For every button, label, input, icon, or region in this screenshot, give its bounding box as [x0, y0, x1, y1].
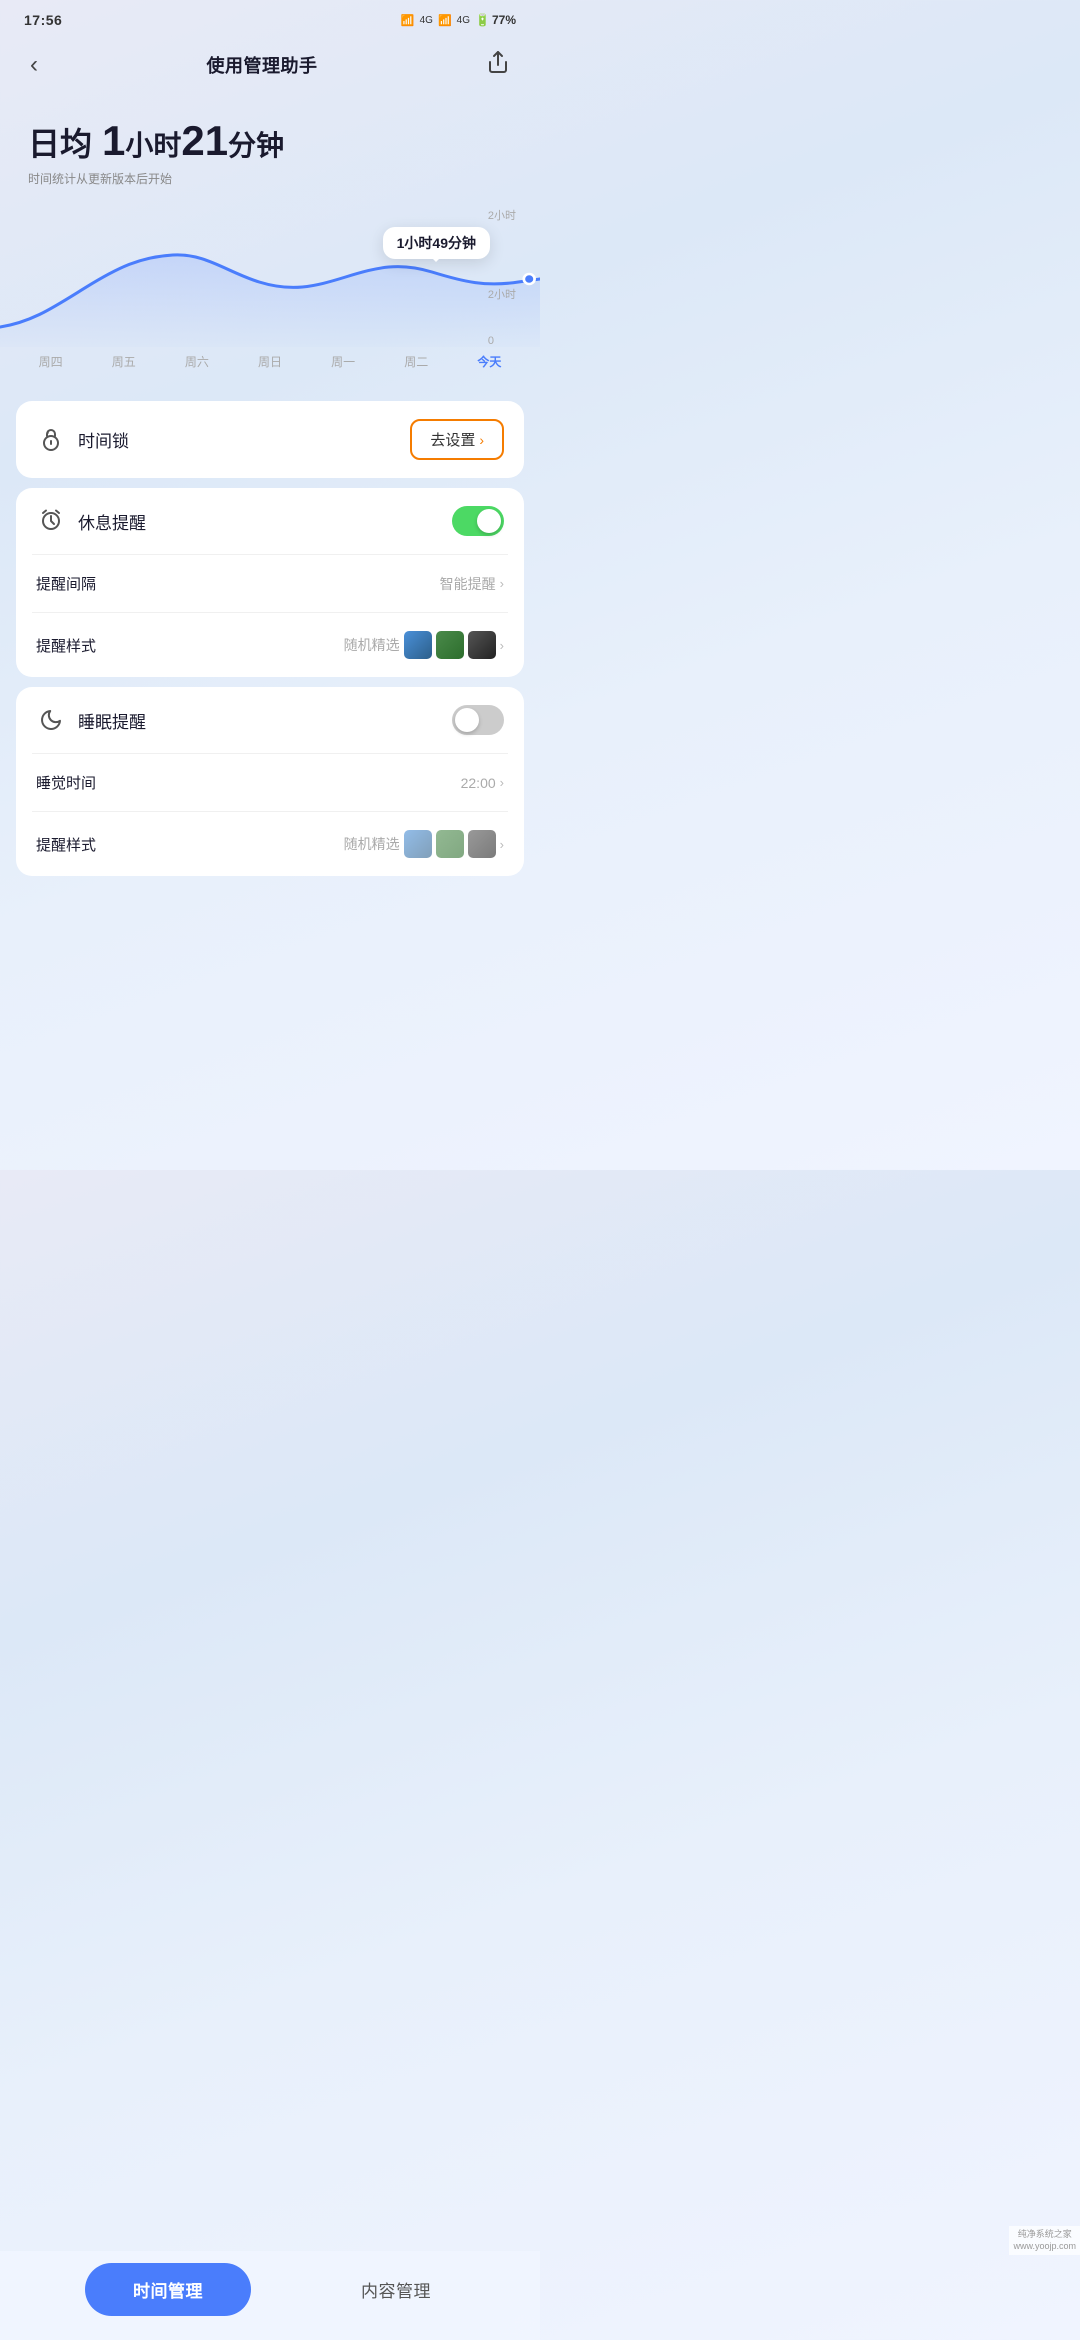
rest-reminder-left: 休息提醒 — [36, 508, 146, 534]
back-button[interactable]: ‹ — [24, 45, 44, 85]
time-lock-card: 时间锁 去设置 › — [16, 401, 524, 478]
chart-tooltip: 1小时49分钟 — [383, 227, 490, 259]
sleep-thumbnail-row — [404, 830, 496, 858]
time-lock-action-label: 去设置 — [430, 429, 475, 450]
reminder-style-row[interactable]: 提醒样式 随机精选 › — [16, 613, 524, 677]
sleep-style-chevron-icon: › — [500, 837, 504, 852]
reminder-style-value: 随机精选 › — [344, 631, 504, 659]
sleep-style-value: 随机精选 › — [344, 830, 504, 858]
sleep-style-row[interactable]: 提醒样式 随机精选 › — [16, 812, 524, 876]
share-button[interactable] — [480, 44, 516, 86]
sleep-reminder-card: 睡眠提醒 睡觉时间 22:00 › 提醒样式 随机精选 — [16, 687, 524, 876]
x-label-tue: 周二 — [404, 353, 428, 370]
avg-num1: 1 — [102, 117, 125, 164]
avg-text-label: 日均 — [28, 126, 92, 162]
thumb-2 — [436, 631, 464, 659]
daily-stats-section: 日均 1小时21分钟 时间统计从更新版本后开始 — [0, 98, 540, 197]
rest-reminder-row: 休息提醒 — [16, 488, 524, 554]
signal-icon-2: 4G — [420, 15, 433, 26]
sleep-time-chevron-icon: › — [500, 775, 504, 790]
time-lock-row: 时间锁 去设置 › — [16, 401, 524, 478]
status-time: 17:56 — [24, 12, 62, 28]
sleep-reminder-left: 睡眠提醒 — [36, 708, 146, 733]
x-label-mon: 周一 — [331, 353, 355, 370]
status-bar: 17:56 📶 4G 📶 4G 🔋 77% — [0, 0, 540, 36]
chart-y-labels: 2小时 2小时 0 — [488, 207, 516, 347]
page-title: 使用管理助手 — [207, 52, 318, 78]
toggle-thumb — [477, 509, 501, 533]
rest-reminder-toggle[interactable] — [452, 506, 504, 536]
sleep-time-row[interactable]: 睡觉时间 22:00 › — [16, 754, 524, 811]
y-label-top: 2小时 — [488, 207, 516, 223]
watermark-line1: 纯净系统之家 — [1013, 2228, 1076, 2241]
daily-avg-time: 日均 1小时21分钟 — [28, 118, 512, 164]
sleep-reminder-row: 睡眠提醒 — [16, 687, 524, 753]
sleep-style-label: 提醒样式 — [36, 834, 96, 855]
time-lock-left: 时间锁 — [36, 427, 129, 453]
time-lock-icon — [36, 427, 66, 453]
rest-reminder-icon — [36, 508, 66, 534]
interval-value: 智能提醒 › — [440, 574, 504, 594]
content-management-tab[interactable]: 内容管理 — [337, 2263, 455, 2316]
cards-section: 时间锁 去设置 › 休息提醒 — [0, 387, 540, 890]
battery-icon: 🔋 77% — [475, 13, 516, 27]
avg-unit2: 分钟 — [228, 130, 284, 161]
wifi-icon: 📶 — [438, 14, 452, 27]
daily-avg-note: 时间统计从更新版本后开始 — [28, 170, 512, 187]
sleep-time-label: 睡觉时间 — [36, 772, 96, 793]
avg-unit1: 小时 — [125, 130, 181, 161]
x-label-sun: 周日 — [258, 353, 282, 370]
bottom-nav: 时间管理 内容管理 — [0, 2251, 540, 2340]
y-label-mid: 2小时 — [488, 286, 516, 302]
x-label-today: 今天 — [477, 353, 501, 370]
x-label-thu: 周四 — [39, 353, 63, 370]
reminder-style-label: 提醒样式 — [36, 635, 96, 656]
sleep-thumb-1 — [404, 830, 432, 858]
signal-icon: 📶 — [401, 14, 415, 27]
thumb-3 — [468, 631, 496, 659]
sleep-thumb-3 — [468, 830, 496, 858]
thumb-1 — [404, 631, 432, 659]
thumbnail-row — [404, 631, 496, 659]
sleep-toggle-thumb — [455, 708, 479, 732]
signal-icon-3: 4G — [457, 15, 470, 26]
share-icon — [486, 50, 510, 74]
interval-label: 提醒间隔 — [36, 573, 96, 594]
sleep-reminder-label: 睡眠提醒 — [78, 708, 146, 733]
watermark-line2: www.yoojp.com — [1013, 2240, 1076, 2253]
time-lock-setup-button[interactable]: 去设置 › — [410, 419, 504, 460]
interval-row[interactable]: 提醒间隔 智能提醒 › — [16, 555, 524, 612]
chart-x-labels: 周四 周五 周六 周日 周一 周二 今天 — [0, 347, 540, 370]
x-label-fri: 周五 — [112, 353, 136, 370]
x-label-sat: 周六 — [185, 353, 209, 370]
sleep-time-value: 22:00 › — [461, 775, 504, 791]
y-label-bottom: 0 — [488, 335, 516, 347]
avg-num2: 21 — [181, 117, 228, 164]
status-icons: 📶 4G 📶 4G 🔋 77% — [401, 13, 516, 27]
interval-chevron-icon: › — [500, 576, 504, 591]
sleep-reminder-toggle[interactable] — [452, 705, 504, 735]
rest-reminder-card: 休息提醒 提醒间隔 智能提醒 › 提醒样式 随机精选 — [16, 488, 524, 677]
time-lock-label: 时间锁 — [78, 427, 129, 452]
header: ‹ 使用管理助手 — [0, 36, 540, 98]
rest-reminder-label: 休息提醒 — [78, 509, 146, 534]
time-management-tab[interactable]: 时间管理 — [85, 2263, 251, 2316]
time-lock-chevron-icon: › — [479, 432, 484, 448]
watermark: 纯净系统之家 www.yoojp.com — [1009, 2226, 1080, 2255]
style-chevron-icon: › — [500, 638, 504, 653]
sleep-reminder-icon — [36, 708, 66, 732]
usage-chart: 2小时 2小时 0 1小时49分钟 周四 周五 周六 周日 周一 周二 今天 — [0, 207, 540, 387]
sleep-thumb-2 — [436, 830, 464, 858]
